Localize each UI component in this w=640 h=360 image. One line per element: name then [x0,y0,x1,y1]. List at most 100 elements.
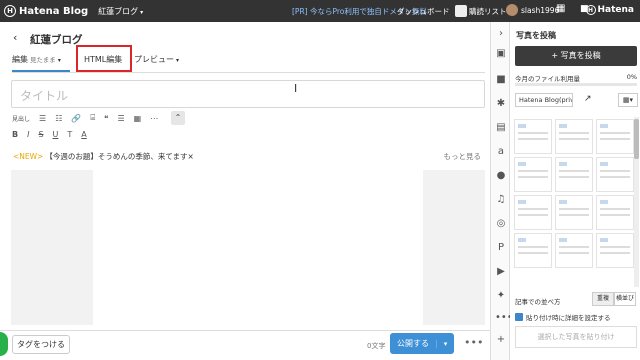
tab-edit-mode: 見たまま [30,56,56,64]
page-title: 紅蓮ブログ [30,34,83,46]
scrollbar[interactable] [634,117,639,287]
photo-panel: 写真を投稿 + 写真を投稿 今月のファイル利用量 0% Hatena Blog(… [510,22,640,360]
embed-icon[interactable]: ⌸ [90,113,95,123]
news-tag: <NEW> [13,151,44,161]
news-text[interactable]: 【今週のお題】そうめんの季節、来てます [45,151,187,162]
sort-option-side[interactable]: 横並び [614,292,636,306]
photo-thumbnail[interactable] [596,119,634,154]
collapse-toolbar-icon[interactable]: ⌃ [171,111,185,125]
strikethrough-icon[interactable]: S [38,130,43,139]
bullet-list-icon[interactable]: ☰ [39,114,46,123]
publish-label: 公開する [397,339,429,348]
chevron-down-icon: ▾ [176,57,180,64]
photo-thumbnail[interactable] [555,195,593,230]
format-toolbar-row-1: 見出し ☰ ☷ 🔗 ⌸ ❝ ☰ ▦ ⋯ [12,111,167,125]
hatena-brand[interactable]: H Hatena [585,5,635,15]
scrollbar-thumb[interactable] [634,119,639,159]
amazon-icon[interactable]: a [495,146,507,158]
reading-list-link[interactable]: 購読リスト [469,6,507,17]
external-link-icon[interactable]: ↗ [584,94,592,104]
photo-thumbnail[interactable] [596,195,634,230]
quota-bar [515,83,637,86]
album-select[interactable]: Hatena Blog(private) [515,93,573,107]
bold-icon[interactable]: B [12,130,18,139]
underline-icon[interactable]: U [53,130,59,139]
format-toolbar-row-2: B I S U T A [12,127,96,141]
chevron-down-icon: ▾ [57,57,61,64]
italic-icon[interactable]: I [27,130,29,139]
dashboard-link[interactable]: ダッシュボード [397,6,450,17]
table-icon[interactable]: ▦ [134,114,142,123]
tab-preview-label: プレビュー [134,55,174,64]
collapse-panel-icon[interactable]: › [495,28,507,40]
sidebar-icon-strip: › ▣ ■ ✱ ▤ a ● ♫ ◎ P ▶ ✦ ••• + [490,22,513,360]
rakuten-icon[interactable]: ● [495,170,507,182]
add-tag-button[interactable]: タグをつける [12,335,70,354]
folder-icon[interactable]: ■ [495,74,507,86]
text-color-icon[interactable]: A [81,130,86,139]
apps-grid-icon[interactable]: ▦ [556,3,565,14]
title-input[interactable]: タイトル [11,80,485,108]
hatena-mark-icon: H [585,5,596,15]
photo-thumbnail[interactable] [596,157,634,192]
pinterest-icon[interactable]: P [495,242,507,254]
video-icon[interactable]: ▶ [495,266,507,278]
music-icon[interactable]: ♫ [495,194,507,206]
quote-icon[interactable]: ❝ [104,114,108,123]
photo-thumbnail[interactable] [514,157,552,192]
username[interactable]: slash1996 [521,6,559,15]
photo-thumbnail[interactable] [555,119,593,154]
chevron-down-icon[interactable]: ▾ [436,339,454,348]
text-size-icon[interactable]: T [67,130,72,139]
more-tools-icon[interactable]: ⋯ [150,114,158,123]
photo-thumbnail[interactable] [514,233,552,268]
sort-label: 記事での並べ方 [515,298,561,306]
detail-setting-checkbox-row[interactable]: 貼り付け時に詳細を設定する [515,312,611,322]
tab-edit[interactable]: 編集 見たまま ▾ [12,54,61,65]
divider [12,72,485,73]
blog-selector[interactable]: 紅蓮ブログ ▾ [98,6,143,17]
document-icon[interactable]: ▤ [495,122,507,134]
photo-thumbnail[interactable] [555,233,593,268]
publish-button[interactable]: 公開する ▾ [390,333,454,354]
more-options-icon[interactable]: ••• [464,336,483,349]
chevron-down-icon: ▾ [140,8,144,16]
checkbox-label: 貼り付け時に詳細を設定する [526,314,611,322]
photo-thumbnail[interactable] [514,195,552,230]
more-link[interactable]: もっと見る [444,151,482,162]
reading-list-icon [455,5,467,17]
photo-icon[interactable]: ▣ [495,48,507,60]
photo-thumbnail[interactable] [514,119,552,154]
back-icon[interactable]: ‹ [13,31,17,44]
paste-photo-button[interactable]: 選択した写真を貼り付け [515,326,637,348]
checkbox[interactable] [515,313,523,321]
avatar[interactable] [506,4,518,16]
photo-thumbnail[interactable] [555,157,593,192]
quota-percent: 0% [626,73,637,81]
photo-thumbnail[interactable] [596,233,634,268]
grid-view-icon[interactable]: ▦▾ [618,93,638,107]
sort-option-stack[interactable]: 重複 [592,292,614,306]
hatena-logo[interactable]: H Hatena Blog [4,5,88,17]
link-icon[interactable]: 🔗 [71,114,81,123]
file-quota: 今月のファイル利用量 0% [515,73,637,83]
photo-grid [512,117,634,285]
twitter-icon[interactable]: ✦ [495,290,507,302]
editor-content-area[interactable] [93,170,423,325]
align-icon[interactable]: ☰ [117,114,124,123]
hatena-brand-text: Hatena [597,5,635,15]
blog-selector-label: 紅蓮ブログ [98,6,139,16]
more-icon[interactable]: ••• [495,312,513,324]
upload-photo-button[interactable]: + 写真を投稿 [515,46,637,66]
gear-icon[interactable]: ✱ [495,98,507,110]
add-icon[interactable]: + [495,334,507,346]
numbered-list-icon[interactable]: ☷ [55,114,62,123]
text-cursor-icon: I [294,82,298,95]
hatena-logo-icon: H [4,5,16,17]
quota-label: 今月のファイル利用量 [515,75,580,83]
tab-edit-label: 編集 [12,55,28,64]
tab-preview[interactable]: プレビュー ▾ [134,54,179,65]
news-close-icon[interactable]: × [187,152,193,161]
heading-select[interactable]: 見出し [12,114,30,123]
instagram-icon[interactable]: ◎ [495,218,507,230]
